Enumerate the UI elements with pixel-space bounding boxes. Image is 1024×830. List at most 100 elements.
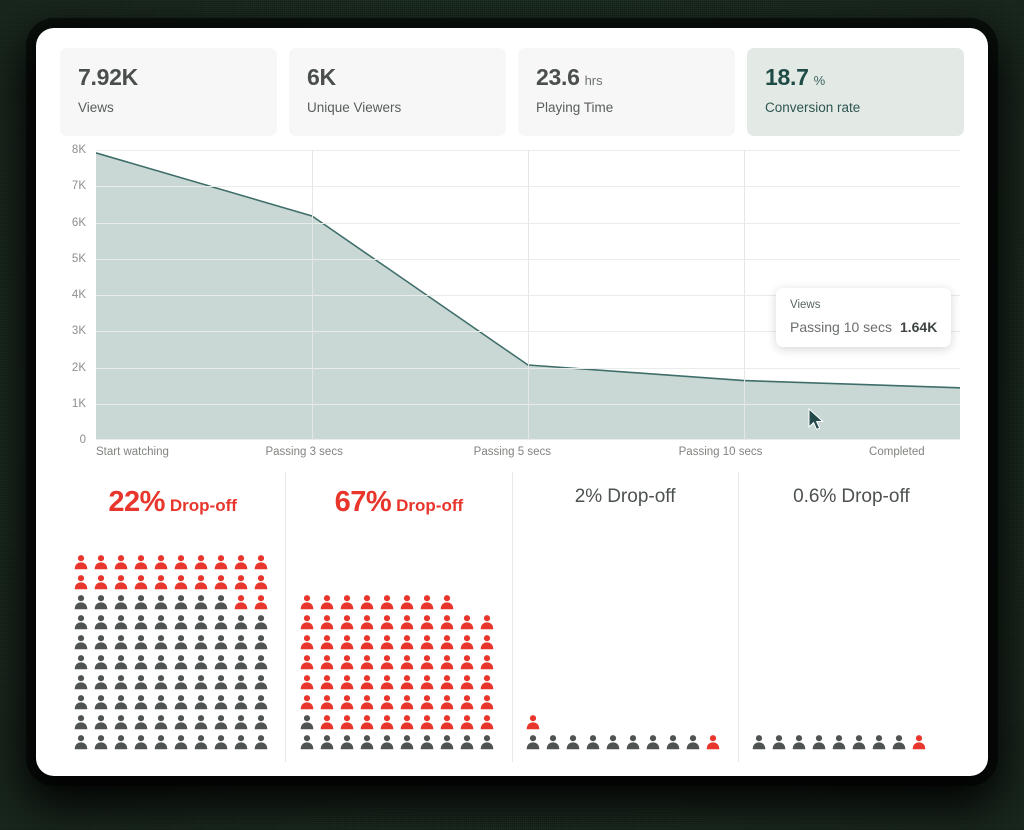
person-icon-dropped: [439, 674, 459, 693]
person-icon-retained: [891, 734, 911, 753]
person-icon-dropped: [193, 574, 213, 593]
person-icon-retained: [233, 674, 253, 693]
pictogram-grid: [286, 594, 511, 754]
pictogram-row: [73, 554, 273, 574]
person-icon-retained: [113, 714, 133, 733]
dropoff-percent: 2%: [574, 486, 603, 507]
person-icon-retained: [153, 674, 173, 693]
person-icon-retained: [605, 734, 625, 753]
person-icon-retained: [113, 614, 133, 633]
pictogram-row: [73, 694, 273, 714]
person-icon-retained: [625, 734, 645, 753]
retention-area-chart[interactable]: 0 1K 2K 3K 4K 5K 6K 7K 8K Start watching Passing …: [60, 144, 964, 460]
person-icon-dropped: [439, 614, 459, 633]
person-icon-retained: [173, 634, 193, 653]
person-icon-dropped: [479, 634, 499, 653]
pictogram-grid: [739, 734, 964, 754]
person-icon-dropped: [299, 634, 319, 653]
person-icon-dropped: [399, 634, 419, 653]
person-icon-dropped: [459, 674, 479, 693]
dropoff-heading: 67% Drop-off: [286, 486, 511, 519]
person-icon-retained: [73, 634, 93, 653]
pictogram-row: [73, 734, 273, 754]
person-icon-retained: [73, 654, 93, 673]
person-icon-dropped: [439, 634, 459, 653]
person-icon-dropped: [133, 554, 153, 573]
person-icon-retained: [771, 734, 791, 753]
person-icon-retained: [173, 734, 193, 753]
person-icon-retained: [213, 634, 233, 653]
person-icon-dropped: [233, 554, 253, 573]
person-icon-dropped: [459, 614, 479, 633]
person-icon-dropped: [911, 734, 931, 753]
person-icon-retained: [479, 734, 499, 753]
dropoff-percent: 22%: [108, 486, 165, 518]
pictogram-row: [73, 654, 273, 674]
category-line: [312, 150, 313, 440]
person-icon-dropped: [439, 594, 459, 613]
person-icon-dropped: [339, 634, 359, 653]
person-icon-retained: [213, 714, 233, 733]
dropoff-word: Drop-off: [396, 496, 464, 515]
stat-label: Conversion rate: [765, 100, 861, 115]
y-axis-tick-label: 2K: [71, 361, 86, 374]
stat-card-playing-time[interactable]: 23.6 hrs Playing Time: [518, 48, 735, 136]
person-icon-dropped: [319, 674, 339, 693]
stat-card-conversion-rate[interactable]: 18.7% Conversion rate: [747, 48, 964, 136]
person-icon-dropped: [399, 714, 419, 733]
person-icon-dropped: [113, 554, 133, 573]
pictogram-row: [299, 694, 499, 714]
person-icon-dropped: [359, 694, 379, 713]
x-axis-tick-label: Passing 10 secs: [678, 446, 763, 458]
person-icon-retained: [193, 674, 213, 693]
person-icon-retained: [173, 654, 193, 673]
dropoff-column-3: 2% Drop-off: [511, 472, 738, 762]
pictogram-row: [299, 674, 499, 694]
pictogram-row: [73, 674, 273, 694]
person-icon-dropped: [419, 614, 439, 633]
person-icon-retained: [193, 594, 213, 613]
person-icon-retained: [113, 674, 133, 693]
analytics-card: 7.92K Views 6K Unique Viewers 23.6 hrs Pl…: [36, 28, 988, 776]
person-icon-retained: [253, 634, 273, 653]
person-icon-dropped: [459, 654, 479, 673]
person-icon-dropped: [479, 654, 499, 673]
person-icon-retained: [233, 654, 253, 673]
person-icon-dropped: [439, 714, 459, 733]
category-line: [744, 150, 745, 440]
person-icon-dropped: [359, 674, 379, 693]
person-icon-retained: [113, 634, 133, 653]
person-icon-dropped: [153, 554, 173, 573]
person-icon-retained: [193, 694, 213, 713]
person-icon-dropped: [173, 574, 193, 593]
person-icon-retained: [193, 654, 213, 673]
person-icon-retained: [173, 594, 193, 613]
person-icon-retained: [319, 734, 339, 753]
person-icon-retained: [379, 734, 399, 753]
stats-row: 7.92K Views 6K Unique Viewers 23.6 hrs Pl…: [60, 48, 964, 136]
person-icon-dropped: [379, 654, 399, 673]
mouse-cursor-icon: [808, 407, 826, 437]
category-line: [528, 150, 529, 440]
stat-card-unique-viewers[interactable]: 6K Unique Viewers: [289, 48, 506, 136]
stat-card-views[interactable]: 7.92K Views: [60, 48, 277, 136]
stat-label: Unique Viewers: [307, 100, 402, 115]
person-icon-retained: [173, 714, 193, 733]
person-icon-retained: [253, 694, 273, 713]
person-icon-dropped: [439, 694, 459, 713]
person-icon-dropped: [419, 714, 439, 733]
x-axis-tick-label: Completed: [869, 446, 925, 458]
person-icon-dropped: [319, 694, 339, 713]
person-icon-retained: [153, 714, 173, 733]
person-icon-dropped: [73, 554, 93, 573]
dropoff-section: 22% Drop-off 67% Drop-off 2% Drop-off 0.6% D…: [60, 472, 964, 762]
person-icon-retained: [791, 734, 811, 753]
person-icon-dropped: [399, 654, 419, 673]
person-icon-retained: [299, 734, 319, 753]
chart-tooltip: Views Passing 10 secs 1.64K: [776, 288, 952, 347]
person-icon-retained: [213, 674, 233, 693]
person-icon-dropped: [339, 654, 359, 673]
dropoff-heading: 2% Drop-off: [513, 486, 738, 508]
person-icon-retained: [153, 654, 173, 673]
person-icon-dropped: [379, 714, 399, 733]
